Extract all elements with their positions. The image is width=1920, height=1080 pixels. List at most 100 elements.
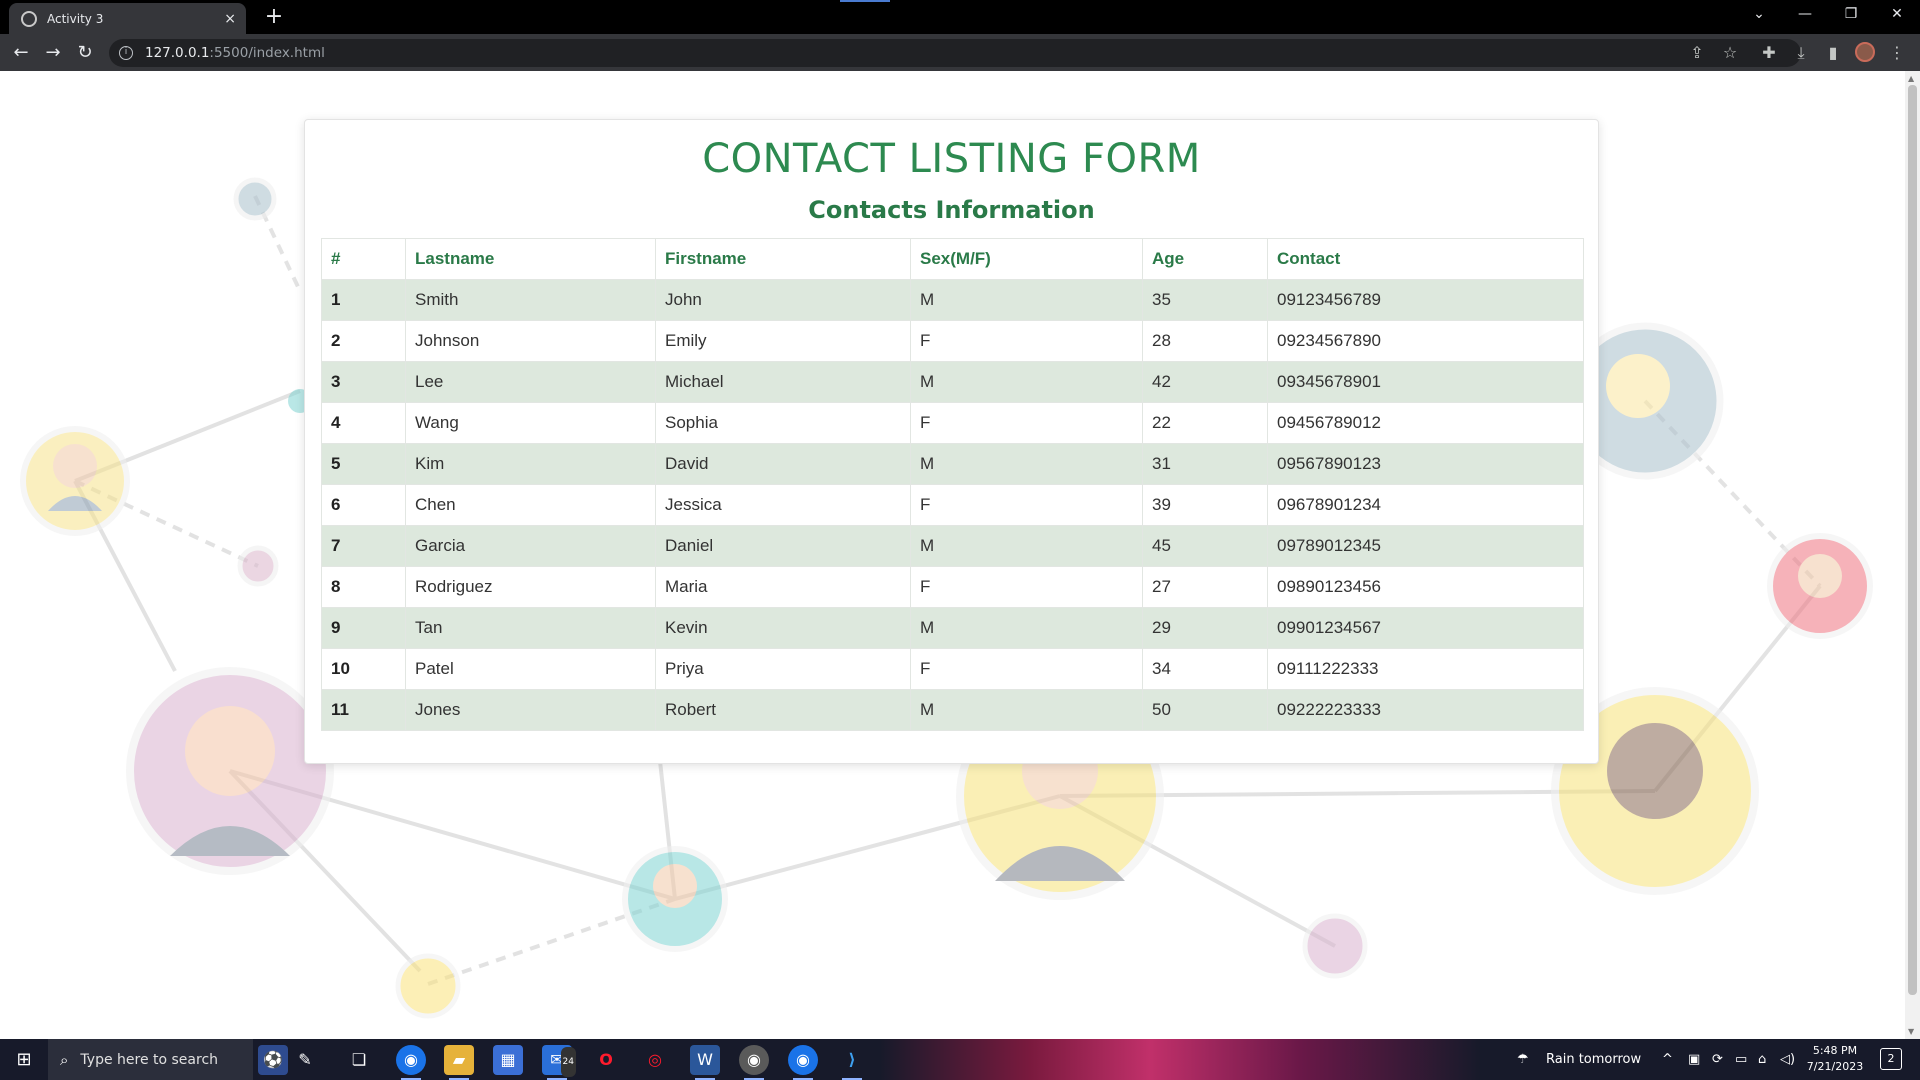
firstname-cell: Robert: [655, 689, 911, 731]
weather-text[interactable]: Rain tomorrow: [1546, 1039, 1641, 1080]
back-button[interactable]: ←: [7, 39, 35, 67]
mail-badge: 24: [560, 1047, 576, 1077]
task-view-icon[interactable]: ❏: [344, 1045, 374, 1075]
table-header-row: # Lastname Firstname Sex(M/F) Age Contac…: [321, 238, 1584, 280]
profile-avatar[interactable]: [1855, 42, 1875, 62]
column-header: Lastname: [405, 238, 656, 280]
row-number: 10: [321, 648, 406, 690]
tab-close-icon[interactable]: ×: [224, 11, 236, 27]
table-row: 3 Lee Michael M 42 09345678901: [321, 361, 1584, 403]
sex-cell: F: [910, 484, 1143, 526]
network-icon[interactable]: ⌂: [1758, 1039, 1766, 1080]
vertical-scrollbar[interactable]: ▲ ▼: [1905, 71, 1920, 1039]
windows-taskbar: ⊞ ⌕ Type here to search ⚽ ✎ ❏ ◉ ▰ ▦ ✉ 24 …: [0, 1039, 1920, 1080]
word-icon[interactable]: W: [690, 1045, 720, 1080]
chrome-profile-icon[interactable]: ◉: [739, 1045, 769, 1080]
sex-cell: M: [910, 361, 1143, 403]
column-header: #: [321, 238, 406, 280]
lastname-cell: Garcia: [405, 525, 656, 567]
url-path: :5500/index.html: [209, 45, 325, 61]
tab-strip-accent: [840, 0, 890, 2]
url-text[interactable]: 127.0.0.1:5500/index.html: [145, 45, 325, 61]
scrollbar-thumb[interactable]: [1908, 85, 1917, 995]
contact-cell: 09123456789: [1267, 279, 1584, 321]
table-row: 9 Tan Kevin M 29 09901234567: [321, 607, 1584, 649]
opera-gx-icon[interactable]: ◎: [640, 1045, 670, 1075]
battery-icon[interactable]: ▭: [1735, 1039, 1747, 1080]
firstname-cell: Maria: [655, 566, 911, 608]
news-widget-icon[interactable]: ⚽: [258, 1045, 288, 1075]
row-number: 11: [321, 689, 406, 731]
age-cell: 31: [1142, 443, 1268, 485]
age-cell: 39: [1142, 484, 1268, 526]
tray-sync-icon[interactable]: ⟳: [1712, 1039, 1723, 1080]
site-info-icon[interactable]: i: [119, 46, 133, 60]
row-number: 1: [321, 279, 406, 321]
browser-toolbar: ← → ↻ i 127.0.0.1:5500/index.html ⇪ ☆ ✚ …: [0, 34, 1920, 71]
contact-cell: 09111222333: [1267, 648, 1584, 690]
weather-rain-icon[interactable]: ☂: [1517, 1039, 1529, 1080]
firstname-cell: Sophia: [655, 402, 911, 444]
column-header: Age: [1142, 238, 1268, 280]
sex-cell: M: [910, 279, 1143, 321]
volume-icon[interactable]: ◁): [1780, 1039, 1795, 1080]
firstname-cell: Kevin: [655, 607, 911, 649]
chrome-active-icon[interactable]: ◉: [788, 1045, 818, 1080]
side-panel-icon[interactable]: ▮: [1819, 39, 1847, 67]
chrome-icon[interactable]: ◉: [396, 1045, 426, 1080]
minimize-button[interactable]: —: [1782, 0, 1828, 30]
opera-icon[interactable]: O: [591, 1045, 621, 1075]
table-row: 11 Jones Robert M 50 09222223333: [321, 689, 1584, 731]
row-number: 3: [321, 361, 406, 403]
row-number: 4: [321, 402, 406, 444]
address-bar[interactable]: i 127.0.0.1:5500/index.html: [109, 39, 1801, 67]
tab-activity-3[interactable]: Activity 3 ×: [9, 3, 246, 34]
scroll-up-arrow-icon[interactable]: ▲: [1908, 74, 1914, 83]
tab-search-chevron-icon[interactable]: ⌄: [1736, 0, 1782, 30]
contact-cell: 09234567890: [1267, 320, 1584, 362]
firstname-cell: Daniel: [655, 525, 911, 567]
new-tab-button[interactable]: +: [260, 3, 288, 31]
share-icon[interactable]: ⇪: [1683, 39, 1711, 67]
pen-widget-icon[interactable]: ✎: [290, 1045, 320, 1075]
contact-listing-card: CONTACT LISTING FORM Contacts Informatio…: [304, 119, 1599, 764]
windows-start-icon[interactable]: ⊞: [0, 1039, 48, 1080]
tab-title: Activity 3: [47, 11, 104, 26]
close-window-button[interactable]: ✕: [1874, 0, 1920, 30]
taskbar-clock[interactable]: 5:48 PM 7/21/2023: [1800, 1043, 1870, 1075]
table-row: 4 Wang Sophia F 22 09456789012: [321, 402, 1584, 444]
vscode-icon[interactable]: ⟩: [837, 1045, 867, 1080]
lastname-cell: Smith: [405, 279, 656, 321]
tray-app-icon[interactable]: ▣: [1688, 1039, 1700, 1080]
extensions-puzzle-icon[interactable]: ✚: [1755, 39, 1783, 67]
scroll-down-arrow-icon[interactable]: ▼: [1908, 1027, 1914, 1036]
forward-button[interactable]: →: [39, 39, 67, 67]
sex-cell: F: [910, 320, 1143, 362]
age-cell: 28: [1142, 320, 1268, 362]
bookmark-star-icon[interactable]: ☆: [1716, 39, 1744, 67]
firstname-cell: John: [655, 279, 911, 321]
menu-kebab-icon[interactable]: ⋮: [1883, 39, 1911, 67]
taskbar-search-box[interactable]: ⌕ Type here to search: [48, 1039, 253, 1080]
page-viewport: CONTACT LISTING FORM Contacts Informatio…: [0, 71, 1920, 1039]
row-number: 6: [321, 484, 406, 526]
browser-tab-bar: Activity 3 × + ⌄ — ❐ ✕: [0, 0, 1920, 34]
mail-icon[interactable]: ✉ 24: [542, 1045, 576, 1080]
restore-button[interactable]: ❐: [1828, 0, 1874, 30]
notification-center-icon[interactable]: 2: [1880, 1048, 1902, 1070]
contact-cell: 09456789012: [1267, 402, 1584, 444]
tray-chevron-up-icon[interactable]: ^: [1662, 1039, 1673, 1080]
column-header: Contact: [1267, 238, 1584, 280]
url-host: 127.0.0.1: [145, 45, 210, 61]
firstname-cell: David: [655, 443, 911, 485]
reload-button[interactable]: ↻: [71, 39, 99, 67]
download-icon[interactable]: ⤓: [1787, 39, 1815, 67]
table-row: 1 Smith John M 35 09123456789: [321, 279, 1584, 321]
file-explorer-icon[interactable]: ▰: [444, 1045, 474, 1080]
clock-time: 5:48 PM: [1812, 1044, 1858, 1057]
sex-cell: F: [910, 566, 1143, 608]
store-icon[interactable]: ▦: [493, 1045, 523, 1075]
lastname-cell: Tan: [405, 607, 656, 649]
row-number: 2: [321, 320, 406, 362]
row-number: 7: [321, 525, 406, 567]
